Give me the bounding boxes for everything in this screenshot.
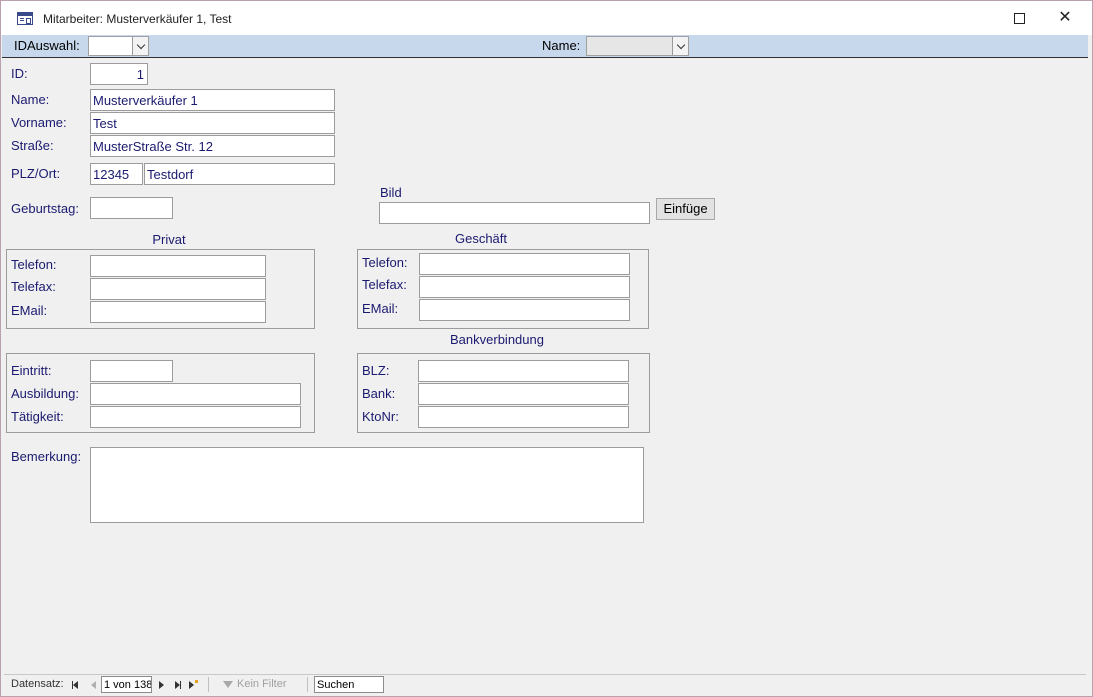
form-icon [17, 12, 33, 25]
bankverbindung-heading: Bankverbindung [450, 332, 544, 347]
strasse-field[interactable]: MusterStraße Str. 12 [90, 135, 335, 157]
previous-record-icon [91, 681, 96, 689]
window-title: Mitarbeiter: Musterverkäufer 1, Test [43, 12, 232, 26]
ktonr-field[interactable] [418, 406, 629, 428]
strasse-label: Straße: [11, 138, 54, 153]
privat-telefax-field[interactable] [90, 278, 266, 300]
bild-label: Bild [380, 185, 402, 200]
vorname-field[interactable]: Test [90, 112, 335, 134]
privat-heading: Privat [152, 232, 186, 247]
nav-separator [307, 677, 308, 692]
previous-record-button[interactable] [91, 680, 96, 692]
id-field[interactable]: 1 [90, 63, 148, 85]
nav-separator [208, 677, 209, 692]
taetigkeit-field[interactable] [90, 406, 301, 428]
name-field[interactable]: Musterverkäufer 1 [90, 89, 335, 111]
vorname-label: Vorname: [11, 115, 67, 130]
new-record-button[interactable] [189, 680, 198, 692]
id-auswahl-combo[interactable] [88, 36, 149, 56]
id-auswahl-label: IDAuswahl: [14, 38, 80, 53]
ort-field[interactable]: Testdorf [144, 163, 335, 185]
blz-field[interactable] [418, 360, 629, 382]
geschaeft-heading: Geschäft [454, 231, 508, 246]
name-select-label: Name: [542, 38, 581, 53]
plz-field[interactable]: 12345 [90, 163, 143, 185]
chevron-down-icon [136, 40, 145, 49]
geburtstag-field[interactable] [90, 197, 173, 219]
geschaeft-telefon-label: Telefon: [362, 255, 408, 270]
record-navigation-bar: Datensatz: 1 von 138 Kein Filter Suchen [4, 674, 1086, 695]
new-record-icon [189, 680, 198, 692]
chevron-down-icon [676, 40, 685, 49]
geschaeft-telefax-label: Telefax: [362, 277, 407, 292]
privat-telefon-field[interactable] [90, 255, 266, 277]
close-icon: ✕ [1058, 9, 1072, 26]
geschaeft-telefon-field[interactable] [419, 253, 630, 275]
last-record-icon [175, 680, 181, 692]
bemerkung-label: Bemerkung: [11, 449, 82, 464]
bemerkung-field[interactable] [90, 447, 644, 523]
selection-header: IDAuswahl: Name: [2, 35, 1088, 58]
last-record-button[interactable] [175, 680, 181, 692]
bank-field[interactable] [418, 383, 629, 405]
datensatz-label: Datensatz: [11, 678, 64, 690]
filter-off-icon [223, 680, 233, 688]
taetigkeit-label: Tätigkeit: [11, 409, 64, 424]
ausbildung-label: Ausbildung: [11, 386, 79, 401]
bild-field[interactable] [379, 202, 650, 224]
id-label: ID: [11, 66, 28, 81]
maximize-button[interactable] [996, 1, 1042, 35]
blz-label: BLZ: [362, 363, 390, 378]
bank-label: Bank: [362, 386, 396, 401]
geschaeft-email-field[interactable] [419, 299, 630, 321]
privat-email-field[interactable] [90, 301, 266, 323]
eintritt-field[interactable] [90, 360, 173, 382]
name-label: Name: [11, 92, 50, 107]
plz-ort-label: PLZ/Ort: [11, 166, 61, 181]
first-record-button[interactable] [72, 680, 78, 692]
next-record-button[interactable] [159, 680, 164, 692]
next-record-icon [159, 681, 164, 689]
privat-telefon-label: Telefon: [11, 257, 57, 272]
eintritt-label: Eintritt: [11, 363, 52, 378]
ktonr-label: KtoNr: [362, 409, 399, 424]
name-select-combo[interactable] [586, 36, 689, 56]
privat-telefax-label: Telefax: [11, 279, 56, 294]
geschaeft-email-label: EMail: [362, 301, 399, 316]
first-record-icon [72, 680, 78, 692]
id-auswahl-dropdown-button[interactable] [132, 37, 148, 55]
geschaeft-telefax-field[interactable] [419, 276, 630, 298]
form-window: Mitarbeiter: Musterverkäufer 1, Test ✕ I… [0, 0, 1093, 697]
search-input[interactable]: Suchen [314, 676, 384, 693]
filter-toggle-button[interactable]: Kein Filter [223, 678, 287, 690]
close-button[interactable]: ✕ [1042, 1, 1088, 35]
name-select-dropdown-button[interactable] [672, 37, 688, 55]
current-record-field[interactable]: 1 von 138 [101, 676, 152, 693]
ausbildung-field[interactable] [90, 383, 301, 405]
filter-status-label: Kein Filter [237, 678, 287, 690]
maximize-icon [1013, 12, 1025, 24]
geburtstag-label: Geburtstag: [11, 201, 79, 216]
privat-email-label: EMail: [11, 303, 48, 318]
einfuegen-button[interactable]: Einfüge [656, 198, 715, 220]
title-bar: Mitarbeiter: Musterverkäufer 1, Test ✕ [1, 1, 1092, 35]
